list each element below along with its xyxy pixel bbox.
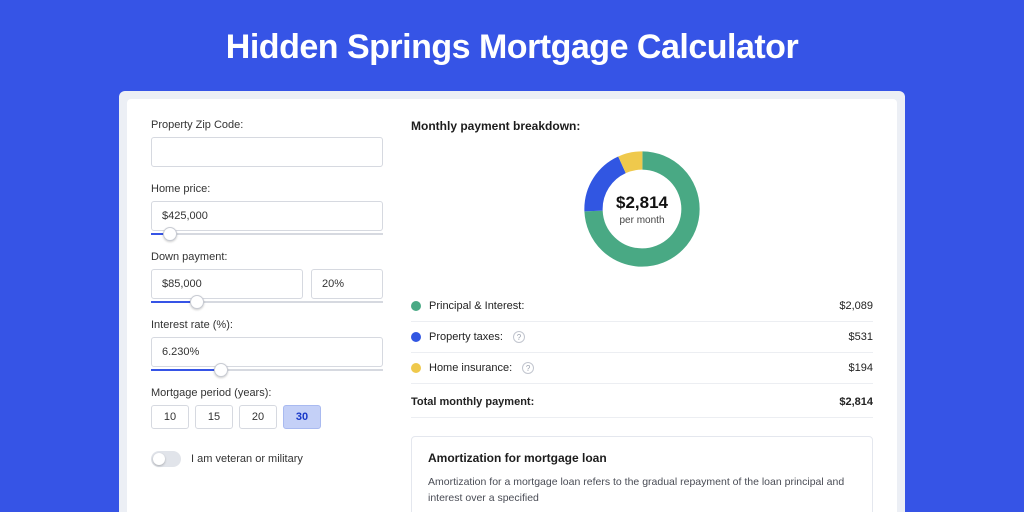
dot-icon xyxy=(411,363,421,373)
field-home-price: Home price: xyxy=(151,183,383,235)
line-principal-interest: Principal & Interest: $2,089 xyxy=(411,291,873,322)
field-zip: Property Zip Code: xyxy=(151,119,383,167)
dot-icon xyxy=(411,301,421,311)
field-mortgage-period: Mortgage period (years): 10 15 20 30 xyxy=(151,387,383,429)
line-total: Total monthly payment: $2,814 xyxy=(411,384,873,418)
period-option-10[interactable]: 10 xyxy=(151,405,189,429)
period-option-20[interactable]: 20 xyxy=(239,405,277,429)
home-price-label: Home price: xyxy=(151,183,383,195)
property-taxes-value: $531 xyxy=(849,331,873,343)
field-veteran: I am veteran or military xyxy=(151,451,383,467)
period-option-30[interactable]: 30 xyxy=(283,405,321,429)
down-payment-input[interactable] xyxy=(151,269,303,299)
amortization-body: Amortization for a mortgage loan refers … xyxy=(428,475,856,507)
veteran-toggle[interactable] xyxy=(151,451,181,467)
page-title: Hidden Springs Mortgage Calculator xyxy=(0,0,1024,91)
total-value: $2,814 xyxy=(839,396,873,408)
zip-label: Property Zip Code: xyxy=(151,119,383,131)
line-property-taxes: Property taxes: ? $531 xyxy=(411,322,873,353)
interest-rate-slider[interactable] xyxy=(151,369,383,371)
home-insurance-label: Home insurance: xyxy=(429,362,512,374)
calculator-form: Property Zip Code: Home price: Down paym… xyxy=(127,99,399,512)
calculator-card: Property Zip Code: Home price: Down paym… xyxy=(127,99,897,512)
field-down-payment: Down payment: xyxy=(151,251,383,303)
line-home-insurance: Home insurance: ? $194 xyxy=(411,353,873,384)
donut-amount: $2,814 xyxy=(616,193,668,213)
home-insurance-value: $194 xyxy=(849,362,873,374)
principal-interest-label: Principal & Interest: xyxy=(429,300,524,312)
amortization-card: Amortization for mortgage loan Amortizat… xyxy=(411,436,873,512)
home-price-input[interactable] xyxy=(151,201,383,231)
property-taxes-label: Property taxes: xyxy=(429,331,503,343)
help-icon[interactable]: ? xyxy=(513,331,525,343)
home-price-slider-thumb[interactable] xyxy=(163,227,177,241)
veteran-label: I am veteran or military xyxy=(191,453,303,465)
interest-rate-slider-thumb[interactable] xyxy=(214,363,228,377)
principal-interest-value: $2,089 xyxy=(839,300,873,312)
donut-chart: $2,814 per month xyxy=(578,145,706,273)
field-interest-rate: Interest rate (%): xyxy=(151,319,383,371)
amortization-title: Amortization for mortgage loan xyxy=(428,451,856,465)
down-payment-slider[interactable] xyxy=(151,301,383,303)
help-icon[interactable]: ? xyxy=(522,362,534,374)
calculator-outer-card: Property Zip Code: Home price: Down paym… xyxy=(119,91,905,512)
donut-chart-area: $2,814 per month xyxy=(411,145,873,273)
dot-icon xyxy=(411,332,421,342)
down-payment-slider-thumb[interactable] xyxy=(190,295,204,309)
interest-rate-label: Interest rate (%): xyxy=(151,319,383,331)
home-price-slider[interactable] xyxy=(151,233,383,235)
breakdown-panel: Monthly payment breakdown: $2,814 per mo… xyxy=(399,99,897,512)
period-option-15[interactable]: 15 xyxy=(195,405,233,429)
total-label: Total monthly payment: xyxy=(411,396,534,408)
donut-center: $2,814 per month xyxy=(578,145,706,273)
down-payment-percent-input[interactable] xyxy=(311,269,383,299)
down-payment-label: Down payment: xyxy=(151,251,383,263)
interest-rate-input[interactable] xyxy=(151,337,383,367)
mortgage-period-label: Mortgage period (years): xyxy=(151,387,383,399)
breakdown-title: Monthly payment breakdown: xyxy=(411,119,873,133)
donut-caption: per month xyxy=(619,215,664,226)
zip-input[interactable] xyxy=(151,137,383,167)
